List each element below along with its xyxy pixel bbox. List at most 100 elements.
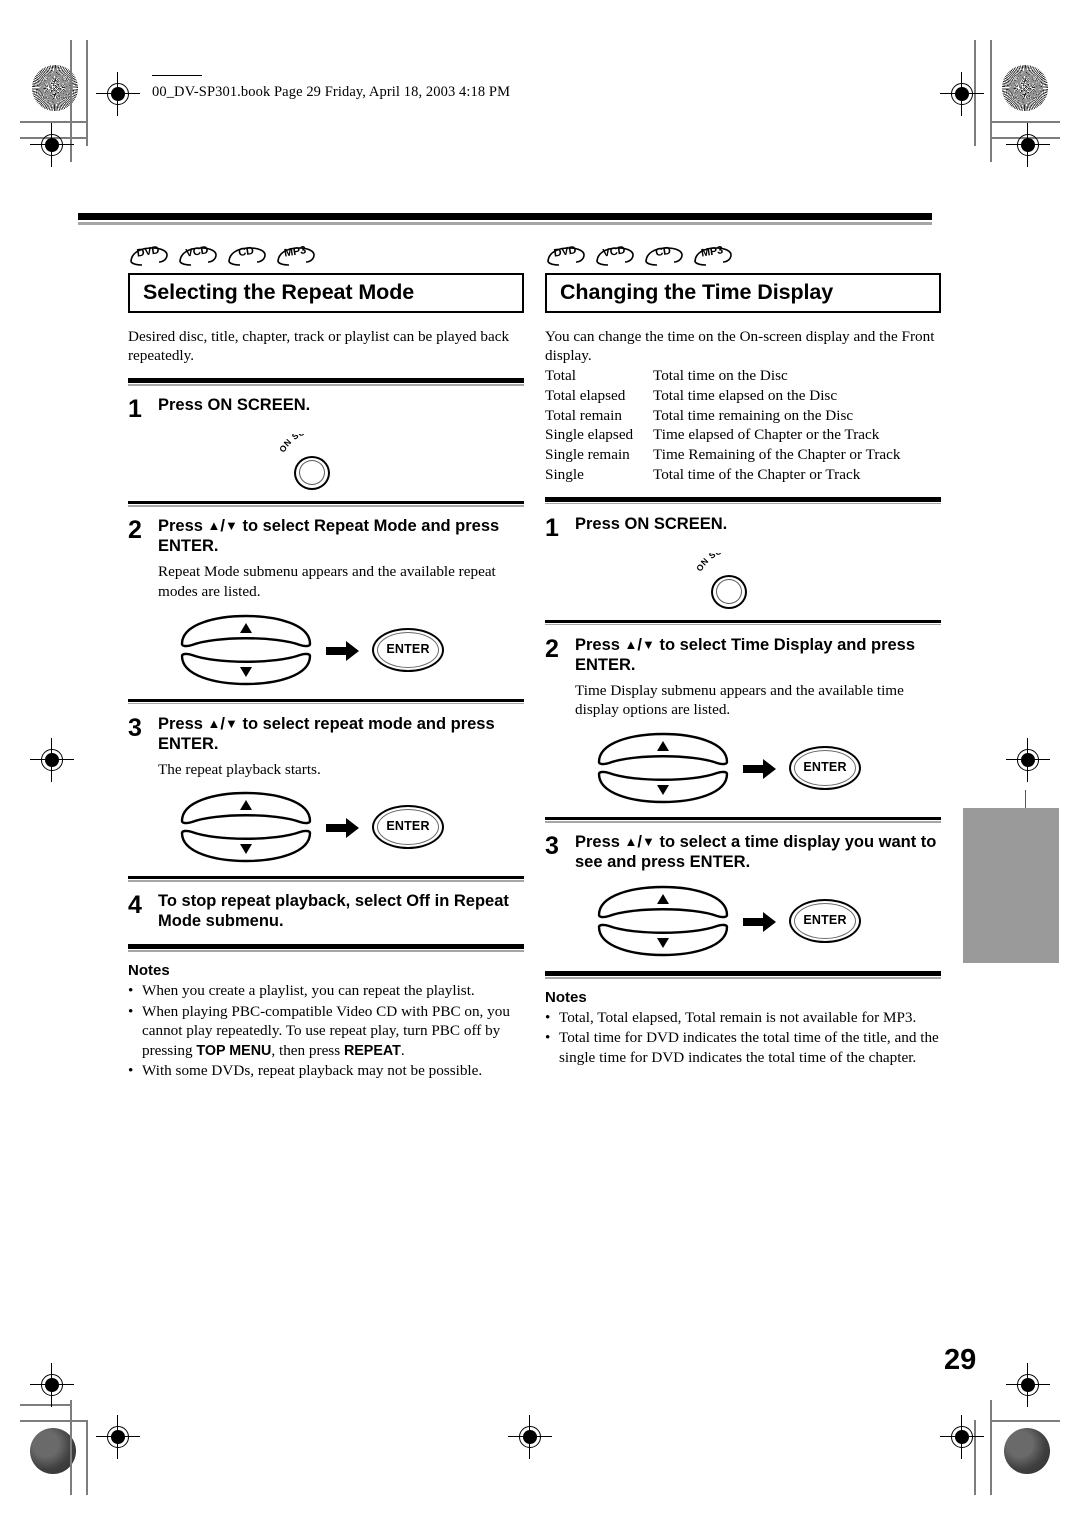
disc-badge-vcd: VCD: [177, 244, 217, 267]
note-emphasis: TOP MENU: [196, 1042, 272, 1059]
enter-remote-button: ENTER: [372, 805, 444, 850]
right-column: DVD VCD CD MP3 Changing the Time Display…: [545, 243, 941, 1068]
thumb-tab-guide-line: [1025, 790, 1027, 810]
crop-line: [86, 1420, 88, 1495]
definition-desc: Total time remaining on the Disc: [653, 406, 854, 424]
section-separator: [128, 698, 524, 705]
disc-badge-cd: CD: [226, 245, 266, 267]
step-description: Time Display submenu appears and the ava…: [575, 681, 904, 719]
disc-badge-dvd: DVD: [128, 244, 168, 267]
note-item: • When playing PBC-compatible Video CD w…: [128, 1002, 524, 1060]
step-number: 3: [545, 832, 559, 861]
nav-enter-button-group: ENTER: [176, 791, 476, 865]
page-number: 29: [944, 1344, 977, 1376]
top-rule-gray: [78, 222, 932, 225]
step-number: 2: [128, 516, 142, 545]
top-rule-black: [78, 213, 932, 220]
crop-line: [990, 1400, 992, 1495]
up-nav-button: [597, 732, 729, 766]
enter-remote-button: ENTER: [789, 899, 861, 944]
file-header-label: 00_DV-SP301.book Page 29 Friday, April 1…: [152, 84, 511, 100]
arrow-right-icon: [326, 640, 359, 661]
thumb-index-tab: [963, 808, 1059, 963]
section-separator: [128, 944, 524, 952]
table-row: Total Total time on the Disc: [545, 366, 941, 386]
arrow-right-icon: [326, 818, 359, 839]
step-heading-pre: Press: [575, 833, 625, 852]
section-title-repeat-mode: Selecting the Repeat Mode: [128, 273, 524, 313]
up-nav-button: [180, 792, 312, 825]
step-heading: Press ON SCREEN.: [575, 514, 728, 533]
crop-line: [86, 40, 88, 146]
down-nav-button: [597, 770, 729, 804]
bullet-icon: •: [128, 1002, 134, 1020]
step-item: 3 Press ▲/▼ to select a time display you…: [545, 833, 941, 873]
note-item: • When you create a playlist, you can re…: [128, 981, 524, 1000]
down-nav-button: [180, 829, 312, 863]
star-target-icon: [1002, 65, 1048, 111]
step-item: 2 Press ▲/▼ to select Repeat Mode and pr…: [128, 517, 524, 601]
on-screen-button-label: ON SCREEN: [694, 553, 749, 573]
enter-button-label: ENTER: [803, 760, 847, 775]
notes-title: Notes: [128, 962, 170, 980]
table-row: Total remain Total time remaining on the…: [545, 406, 941, 426]
intro-paragraph: You can change the time on the On-screen…: [545, 327, 935, 365]
registration-crosshair-icon: [1006, 123, 1050, 167]
button-inner-ring: [716, 578, 742, 604]
step-number: 4: [128, 891, 142, 920]
note-text: With some DVDs, repeat playback may not …: [142, 1062, 483, 1079]
definition-term: Single elapsed: [545, 426, 634, 444]
section-separator: [128, 501, 524, 507]
disc-badge-vcd: VCD: [594, 244, 634, 267]
step-item: 1 Press ON SCREEN.: [128, 396, 524, 422]
file-header-text: 00_DV-SP301.book Page 29 Friday, April 1…: [152, 75, 511, 101]
table-row: Single elapsed Time elapsed of Chapter o…: [545, 425, 941, 445]
bullet-icon: •: [545, 1009, 551, 1027]
section-separator: [545, 817, 941, 823]
on-screen-button-label: ON SCREEN: [277, 434, 332, 454]
on-screen-remote-button: ON SCREEN: [694, 553, 773, 609]
up-nav-button: [180, 614, 312, 647]
down-triangle-icon: ▼: [642, 636, 655, 652]
up-triangle-icon: ▲: [624, 834, 638, 850]
crop-line: [20, 1420, 88, 1422]
step-heading: Press ▲/▼ to select Time Display and pre…: [575, 636, 941, 720]
nav-enter-button-group: ENTER: [593, 732, 893, 806]
registration-crosshair-icon: [940, 1415, 984, 1459]
disc-badge-cd: CD: [643, 245, 683, 267]
down-triangle-icon: ▼: [642, 834, 655, 850]
up-nav-button: [597, 885, 729, 919]
crop-line: [70, 1400, 72, 1495]
enter-button-label: ENTER: [386, 819, 430, 834]
registration-crosshair-icon: [96, 72, 140, 116]
enter-button-label: ENTER: [803, 913, 847, 928]
disc-format-badges: DVD VCD CD MP3: [128, 243, 524, 267]
registration-crosshair-icon: [508, 1415, 552, 1459]
registration-crosshair-icon: [1006, 1363, 1050, 1407]
definition-term: Total: [545, 367, 576, 385]
definition-desc: Total time elapsed on the Disc: [653, 386, 838, 404]
note-item: • Total, Total elapsed, Total remain is …: [545, 1008, 941, 1027]
svg-text:ON SCREEN: ON SCREEN: [277, 434, 333, 454]
registration-crosshair-icon: [940, 72, 984, 116]
illustration-nav-enter: ENTER: [545, 885, 941, 959]
definition-term: Single remain: [545, 446, 630, 464]
step-number: 1: [545, 513, 559, 542]
registration-crosshair-icon: [96, 1415, 140, 1459]
down-nav-button: [597, 923, 729, 957]
up-triangle-icon: ▲: [207, 518, 221, 534]
down-nav-button: [180, 652, 312, 685]
definition-term: Single: [545, 465, 584, 483]
step-number: 1: [128, 395, 142, 424]
step-item: 3 Press ▲/▼ to select repeat mode and pr…: [128, 715, 524, 780]
step-heading-pre: Press: [575, 635, 625, 654]
disc-format-badges: DVD VCD CD MP3: [545, 243, 941, 267]
section-separator: [545, 496, 941, 505]
section-separator: [128, 876, 524, 882]
step-heading-pre: Press: [158, 714, 208, 733]
crop-line: [990, 40, 992, 162]
table-row: Single Total time of the Chapter or Trac…: [545, 465, 941, 485]
step-heading: Press ON SCREEN.: [158, 396, 311, 415]
definition-desc: Total time on the Disc: [653, 367, 788, 385]
note-text: Total time for DVD indicates the total t…: [559, 1029, 939, 1066]
